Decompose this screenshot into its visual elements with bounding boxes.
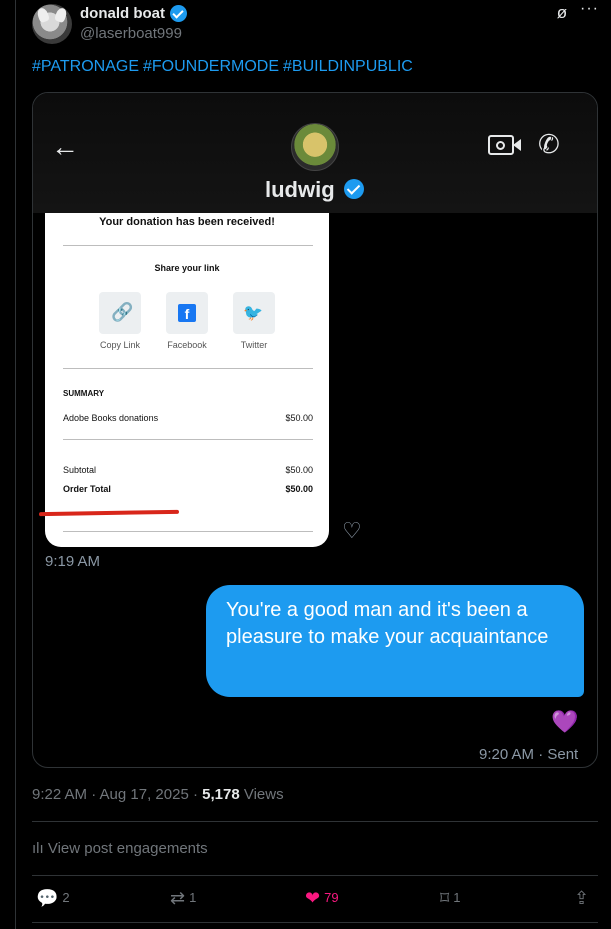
divider <box>32 875 598 876</box>
like-button[interactable]: ❤ 79 <box>305 888 339 909</box>
divider <box>32 821 598 822</box>
heart-icon: ❤ <box>305 888 321 908</box>
verified-badge-icon <box>344 179 364 199</box>
sent-message-text: You're a good man and it's been a pleasu… <box>226 599 549 648</box>
share-icon: ⇪ <box>574 888 590 908</box>
receipt-title: Your donation has been received! <box>99 216 275 228</box>
divider <box>63 439 313 440</box>
share-option-label: Facebook <box>167 340 207 350</box>
facebook-icon: f <box>178 304 196 322</box>
author-name[interactable]: donald boat <box>80 5 165 22</box>
line-item-label: Adobe Books donations <box>63 413 159 423</box>
repost-count: 1 <box>189 889 197 905</box>
share-button[interactable]: ⇪ <box>574 888 593 909</box>
more-options-icon[interactable]: ··· <box>580 0 600 20</box>
chat-avatar <box>291 123 339 171</box>
share-heading: Share your link <box>154 263 220 273</box>
timeline-border <box>15 0 16 929</box>
hashtag-link[interactable]: #FOUNDERMODE <box>143 58 279 75</box>
dm-header: ← ludwig ✆ <box>33 93 597 213</box>
subtotal-label: Subtotal <box>63 465 97 475</box>
divider <box>63 368 313 369</box>
hashtag-link[interactable]: #BUILDINPUBLIC <box>283 58 413 75</box>
repost-button[interactable]: ⇄ 1 <box>170 888 196 909</box>
phone-icon: ✆ <box>538 129 560 159</box>
divider <box>32 922 598 923</box>
post-time: 9:22 AM · Aug 17, 2025 · <box>32 786 203 803</box>
chat-name: ludwig <box>265 177 335 202</box>
back-arrow-icon: ← <box>51 131 79 162</box>
reply-button[interactable]: 💬 2 <box>36 888 70 909</box>
author-avatar[interactable] <box>32 4 72 44</box>
link-icon: 🔗 <box>111 302 134 322</box>
sent-message-bubble: You're a good man and it's been a pleasu… <box>206 585 584 697</box>
reply-icon: 💬 <box>36 888 59 908</box>
facebook-box: f <box>166 292 208 334</box>
subtotal-amount: $50.00 <box>285 465 313 475</box>
video-call-icon <box>488 135 521 155</box>
summary-label: SUMMARY <box>63 389 105 398</box>
divider <box>63 245 313 246</box>
divider <box>63 531 313 532</box>
received-timestamp: 9:19 AM <box>45 553 101 570</box>
analytics-icon: ılı <box>32 840 48 857</box>
engagements-label: View post engagements <box>47 840 208 857</box>
post-hashtags: #PATRONAGE #FOUNDERMODE #BUILDINPUBLIC <box>32 58 417 76</box>
verified-badge-icon[interactable] <box>170 5 187 22</box>
sent-status: 9:20 AM · Sent <box>479 746 579 763</box>
author-handle[interactable]: @laserboat999 <box>80 25 182 42</box>
line-item-amount: $50.00 <box>285 413 313 423</box>
reply-count: 2 <box>62 889 70 905</box>
grok-icon[interactable]: ø <box>553 4 571 22</box>
twitter-box: 🐦 <box>233 292 275 334</box>
twitter-icon: 🐦 <box>243 305 263 322</box>
order-total-label: Order Total <box>63 484 111 494</box>
bookmark-button[interactable]: ⌑ 1 <box>440 888 460 909</box>
like-count: 79 <box>324 889 339 905</box>
repost-icon: ⇄ <box>170 888 186 908</box>
view-engagements-link[interactable]: ılı View post engagements <box>32 840 208 857</box>
order-total-amount: $50.00 <box>285 484 313 494</box>
share-option-label: Twitter <box>240 340 268 350</box>
post-media-image[interactable]: ← ludwig ✆ Your donation has been receiv… <box>32 92 598 768</box>
donation-receipt-screenshot: Your donation has been received! Share y… <box>45 213 329 547</box>
hashtag-link[interactable]: #PATRONAGE <box>32 58 139 75</box>
bookmark-icon: ⌑ <box>440 888 450 908</box>
share-option-label: Copy Link <box>99 340 141 350</box>
bookmark-count: 1 <box>453 889 461 905</box>
post-timestamp[interactable]: 9:22 AM · Aug 17, 2025 · 5,178 Views <box>32 786 284 803</box>
copy-link-box: 🔗 <box>99 292 141 334</box>
views-label: Views <box>239 786 284 803</box>
purple-heart-reaction: 💜 <box>551 709 579 734</box>
views-count: 5,178 <box>202 786 240 803</box>
add-reaction-icon: ♡ <box>342 518 362 543</box>
